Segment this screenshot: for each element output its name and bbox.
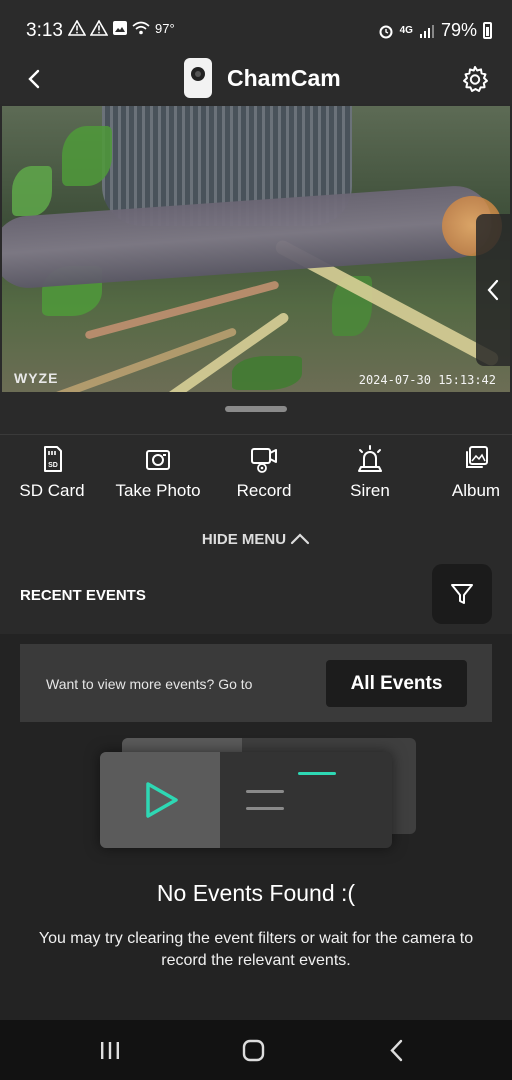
chevron-up-icon (290, 533, 310, 545)
status-temperature: 97° (155, 20, 175, 36)
video-side-panel-button[interactable] (476, 214, 510, 366)
hide-menu-button[interactable]: HIDE MENU (0, 531, 512, 548)
sd-card-button[interactable]: SD SD Card (2, 443, 102, 501)
siren-icon (358, 445, 382, 472)
more-events-banner: Want to view more events? Go to All Even… (20, 644, 492, 722)
video-scene-branch (46, 327, 238, 392)
illustration-thumb (100, 752, 220, 848)
sd-card-icon: SD (44, 446, 62, 472)
recent-apps-button[interactable] (90, 1036, 130, 1066)
signal-icon (419, 24, 434, 38)
wyze-watermark: WYZE (14, 370, 59, 386)
chevron-left-icon (487, 279, 499, 301)
alarm-icon (379, 25, 393, 38)
svg-text:SD: SD (48, 462, 58, 469)
back-button[interactable] (20, 64, 50, 94)
drag-handle[interactable] (225, 406, 287, 412)
warning-icon (68, 20, 86, 36)
illustration-line (246, 790, 284, 793)
image-icon (113, 21, 127, 35)
album-icon (466, 446, 488, 468)
take-photo-button[interactable]: Take Photo (108, 443, 208, 501)
video-timestamp: 2024-07-30 15:13:42 (358, 373, 496, 387)
illustration-front-card (100, 752, 392, 848)
empty-events-illustration (100, 738, 420, 850)
action-label: Siren (350, 481, 390, 500)
status-time: 3:13 (26, 20, 63, 41)
empty-state-title: No Events Found :( (156, 880, 356, 906)
record-icon (251, 448, 277, 473)
wifi-icon (132, 21, 150, 35)
filter-button[interactable] (432, 564, 492, 624)
app-header: ChamCam (0, 56, 512, 104)
chevron-left-icon (28, 69, 40, 89)
recent-events-header: RECENT EVENTS (0, 562, 512, 634)
album-button[interactable]: Album (426, 443, 512, 501)
action-label: SD Card (19, 481, 85, 500)
page-title: ChamCam (227, 65, 341, 91)
action-label: Take Photo (115, 481, 201, 500)
siren-button[interactable]: Siren (320, 443, 420, 501)
more-events-text: Want to view more events? Go to (46, 676, 253, 692)
hide-menu-label: HIDE MENU (201, 531, 287, 548)
battery-percent: 79% (440, 20, 477, 40)
camera-thumbnail-icon (184, 58, 212, 98)
events-list: Want to view more events? Go to All Even… (0, 634, 512, 1020)
all-events-button[interactable]: All Events (326, 660, 467, 707)
video-scene-leaf (232, 356, 302, 390)
system-nav-bar (0, 1020, 512, 1080)
action-menu: SD SD Card Take Photo Record Siren Album… (0, 434, 512, 574)
video-scene-leaf (62, 126, 112, 186)
settings-button[interactable] (460, 64, 490, 94)
illustration-line (246, 807, 284, 810)
home-button[interactable] (233, 1036, 273, 1066)
recent-apps-icon (101, 1042, 119, 1059)
recent-events-title: RECENT EVENTS (20, 587, 146, 604)
video-scene-leaf (12, 166, 52, 216)
video-scene-branch (84, 280, 280, 340)
home-icon (242, 1039, 265, 1062)
live-video-feed[interactable]: WYZE 2024-07-30 15:13:42 (2, 106, 510, 392)
play-icon (146, 782, 178, 818)
video-scene-tail (2, 183, 494, 291)
gear-icon (463, 66, 488, 92)
camera-icon (146, 450, 170, 470)
network-type: 4G (399, 25, 413, 36)
warning-icon (90, 20, 108, 36)
chevron-left-icon (390, 1039, 403, 1062)
status-right-icons: 4G 79% (378, 20, 492, 41)
empty-state-description: You may try clearing the event filters o… (38, 930, 474, 969)
system-back-button[interactable] (376, 1036, 416, 1066)
illustration-line-accent (298, 772, 336, 775)
status-notification-icons: 97° (68, 20, 175, 36)
filter-icon (451, 584, 473, 604)
action-label: Album (451, 481, 501, 500)
status-bar: 3:13 97° 4G 79% (0, 0, 512, 56)
battery-icon (483, 22, 492, 39)
record-button[interactable]: Record (214, 443, 314, 501)
action-label: Record (236, 481, 292, 500)
